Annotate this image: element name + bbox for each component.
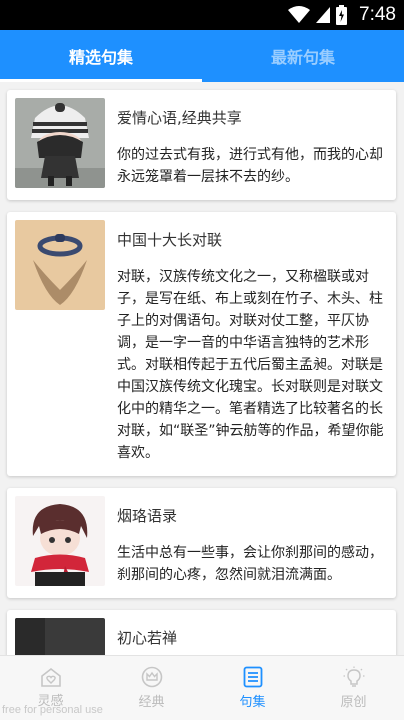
crown-icon (141, 666, 162, 688)
watermark-text: free for personal use (2, 704, 103, 716)
nav-collections[interactable]: 句集 (202, 656, 303, 720)
signal-icon (316, 7, 331, 23)
nav-classic[interactable]: 经典 (101, 656, 202, 720)
card-title: 中国十大长对联 (117, 231, 223, 249)
list-item[interactable]: 爱情心语,经典共享 你的过去式有我，进行式有他，而我的心却永远笼罩着一层抹不去的… (7, 90, 396, 200)
nav-original[interactable]: 原创 (303, 656, 404, 720)
battery-charging-icon (336, 5, 348, 25)
nav-label: 原创 (340, 695, 367, 710)
status-time: 7:48 (359, 4, 396, 25)
card-title: 初心若禅 (117, 629, 178, 647)
list-item[interactable]: 中国十大长对联 对联，汉族传统文化之一，又称楹联或对子，是写在纸、布上或刻在竹子… (7, 212, 396, 476)
dark-photo-image (15, 618, 105, 655)
status-icons: 7:48 (288, 4, 396, 26)
card-title: 烟珞语录 (117, 507, 178, 525)
status-bar: 7:48 (0, 0, 404, 30)
document-icon (243, 666, 262, 688)
card-description: 生活中总有一些事，会让你刹那间的感动，刹那间的心疼，忽然间就泪流满面。 (117, 545, 383, 583)
girl-with-striped-hat-image (15, 98, 105, 188)
tab-latest[interactable]: 最新句集 (202, 30, 404, 82)
card-description: 你的过去式有我，进行式有他，而我的心却永远笼罩着一层抹不去的纱。 (117, 147, 383, 185)
lightbulb-icon (343, 666, 364, 687)
anime-boy-red-scarf-image (15, 496, 105, 586)
wifi-icon (288, 6, 311, 23)
heart-ring-shadow-image (15, 220, 105, 310)
nav-label: 句集 (239, 695, 266, 710)
collection-list[interactable]: 爱情心语,经典共享 你的过去式有我，进行式有他，而我的心却永远笼罩着一层抹不去的… (0, 82, 404, 655)
top-tab-bar: 精选句集 最新句集 (0, 30, 404, 82)
tab-featured[interactable]: 精选句集 (0, 30, 202, 82)
card-title: 爱情心语,经典共享 (117, 109, 242, 127)
list-item[interactable]: 烟珞语录 生活中总有一些事，会让你刹那间的感动，刹那间的心疼，忽然间就泪流满面。 (7, 488, 396, 598)
card-description: 对联，汉族传统文化之一，又称楹联或对子，是写在纸、布上或刻在竹子、木头、柱子上的… (117, 269, 384, 461)
house-heart-icon (40, 667, 61, 687)
list-item[interactable]: 初心若禅 (7, 610, 396, 655)
nav-label: 经典 (138, 695, 165, 710)
